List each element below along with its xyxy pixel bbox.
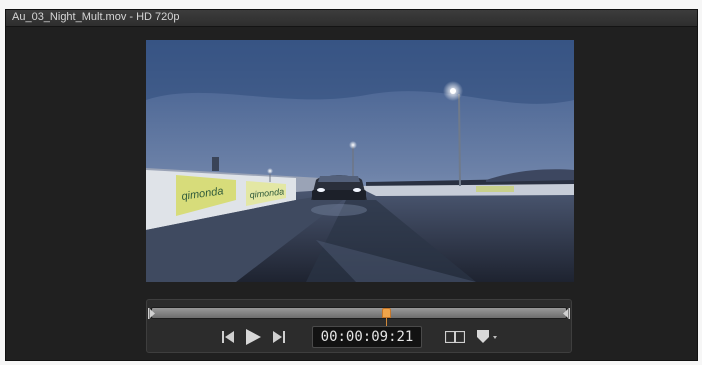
timecode-display[interactable]: 00:00:09:21 xyxy=(312,326,422,348)
viewer-window: Au_03_Night_Mult.mov - HD 720p qimonda q… xyxy=(5,9,698,361)
scrubber-bar[interactable] xyxy=(151,307,567,329)
viewer-titlebar: Au_03_Night_Mult.mov - HD 720p xyxy=(6,10,697,27)
in-point-icon[interactable] xyxy=(148,308,156,319)
video-image: qimonda qimonda xyxy=(146,40,574,282)
transport-controls: 00:00:09:21 xyxy=(146,299,572,353)
playhead[interactable] xyxy=(382,308,391,318)
video-frame[interactable]: qimonda qimonda xyxy=(146,40,574,282)
out-point-icon[interactable] xyxy=(562,308,570,319)
skip-back-icon[interactable] xyxy=(221,328,235,346)
play-icon[interactable] xyxy=(244,328,262,346)
skip-forward-icon[interactable] xyxy=(271,328,285,346)
frame-icon[interactable] xyxy=(444,328,466,346)
marker-dropdown-icon[interactable] xyxy=(476,328,500,346)
window-title: Au_03_Night_Mult.mov - HD 720p xyxy=(12,11,180,23)
